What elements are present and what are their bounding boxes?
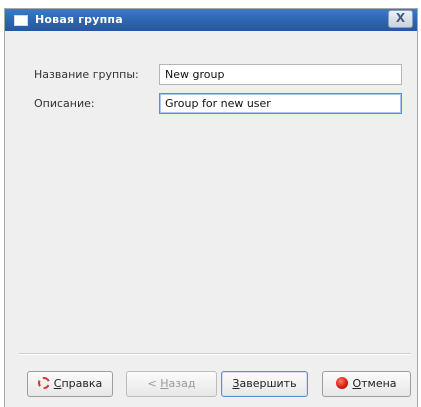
title-bar[interactable]: Новая группа X — [5, 9, 417, 32]
description-label: Описание: — [34, 97, 95, 110]
description-field[interactable]: Group for new user — [159, 93, 402, 114]
group-name-label: Название группы: — [34, 68, 139, 81]
window-title: Новая группа — [35, 13, 123, 26]
cancel-button[interactable]: Отмена — [322, 371, 411, 397]
window-icon — [14, 15, 28, 26]
cancel-stop-icon — [336, 377, 349, 389]
form-area: Название группы: New group Описание: Gro… — [5, 31, 417, 361]
button-separator — [19, 353, 411, 355]
help-button[interactable]: Справка — [27, 371, 113, 397]
new-group-dialog: Новая группа X Название группы: New grou… — [4, 8, 418, 407]
group-name-field[interactable]: New group — [159, 64, 402, 85]
finish-button[interactable]: Завершить — [221, 371, 308, 397]
back-button[interactable]: < Назад — [126, 371, 217, 397]
help-lifebuoy-icon — [37, 377, 50, 389]
close-button[interactable]: X — [388, 10, 413, 28]
close-icon: X — [395, 11, 406, 25]
